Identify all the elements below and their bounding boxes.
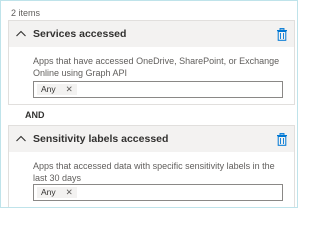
value-chip: Any ✕ <box>37 187 77 198</box>
condition-value-input[interactable]: Any ✕ <box>33 184 283 201</box>
value-chip: Any ✕ <box>37 84 77 95</box>
chip-label: Any <box>41 187 56 197</box>
condition-header[interactable]: Sensitivity labels accessed <box>9 126 294 152</box>
condition-header[interactable]: Services accessed <box>9 21 294 47</box>
condition-panel-services-accessed: Services accessed Apps that have accesse… <box>8 20 295 105</box>
items-count: 2 items <box>11 8 41 18</box>
trash-icon[interactable] <box>276 133 288 146</box>
conditions-container: 2 items Services accessed Apps that have… <box>0 0 298 208</box>
chevron-up-icon[interactable] <box>15 133 27 145</box>
chevron-up-icon[interactable] <box>15 28 27 40</box>
close-icon[interactable]: ✕ <box>66 187 73 198</box>
condition-value-input[interactable]: Any ✕ <box>33 81 283 98</box>
condition-panel-sensitivity-labels: Sensitivity labels accessed Apps that ac… <box>8 125 295 207</box>
condition-description: Apps that accessed data with specific se… <box>33 161 275 183</box>
close-icon[interactable]: ✕ <box>66 84 73 95</box>
condition-title: Services accessed <box>33 28 127 40</box>
condition-description: Apps that have accessed OneDrive, ShareP… <box>33 56 280 78</box>
chip-label: Any <box>41 84 56 94</box>
trash-icon[interactable] <box>276 28 288 41</box>
operator-label: AND <box>25 110 45 120</box>
condition-title: Sensitivity labels accessed <box>33 133 169 145</box>
